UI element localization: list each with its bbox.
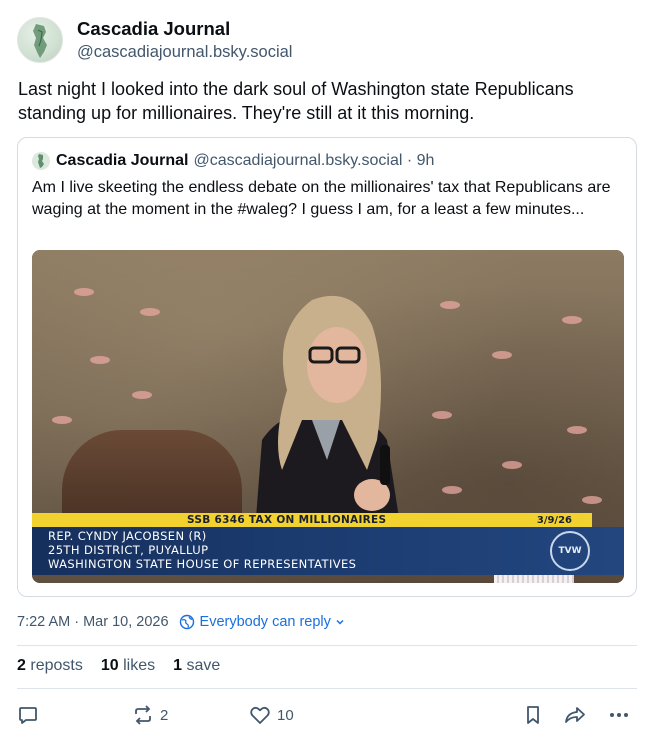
reposts-label: reposts bbox=[30, 657, 83, 674]
video-embed[interactable]: SSB 6346 TAX ON MILLIONAIRES 3/9/26 REP.… bbox=[32, 250, 624, 583]
share-icon bbox=[565, 707, 585, 723]
lower-third-date: 3/9/26 bbox=[536, 514, 572, 526]
like-count: 10 bbox=[277, 706, 294, 724]
quoted-author-avatar bbox=[32, 152, 50, 170]
cascadia-map-icon bbox=[38, 154, 44, 168]
speaker-district: 25TH DISTRICT, PUYALLUP bbox=[48, 543, 209, 557]
speaker-name: REP. CYNDY JACOBSEN (R) bbox=[48, 529, 207, 543]
quoted-author-name: Cascadia Journal bbox=[56, 152, 189, 169]
globe-icon bbox=[179, 614, 194, 630]
repost-icon bbox=[135, 705, 151, 725]
more-options-button[interactable] bbox=[607, 704, 631, 726]
lower-third-banner: SSB 6346 TAX ON MILLIONAIRES 3/9/26 bbox=[32, 513, 592, 527]
saves-stat[interactable]: 1 save bbox=[173, 657, 220, 675]
post-text: Last night I looked into the dark soul o… bbox=[18, 79, 574, 123]
quoted-post-header: Cascadia Journal @cascadiajournal.bsky.s… bbox=[32, 152, 434, 170]
post-timestamp: 7:22 AM · Mar 10, 2026 bbox=[17, 614, 169, 630]
reply-setting-button[interactable]: Everybody can reply bbox=[179, 614, 351, 630]
repost-count: 2 bbox=[160, 706, 169, 724]
post-author-header: Cascadia Journal @cascadiajournal.bsky.s… bbox=[17, 17, 292, 63]
likes-label: likes bbox=[123, 657, 156, 674]
reply-button[interactable] bbox=[17, 704, 39, 726]
tvw-logo: TVW bbox=[550, 531, 590, 571]
bookmark-icon bbox=[527, 706, 539, 724]
saves-label: save bbox=[186, 657, 221, 674]
divider bbox=[17, 645, 637, 646]
video-ticker bbox=[494, 575, 574, 583]
like-button[interactable]: 10 bbox=[249, 704, 294, 726]
engagement-stats: 2 reposts 10 likes 1 save bbox=[17, 657, 238, 675]
author-handle[interactable]: @cascadiajournal.bsky.social bbox=[77, 41, 292, 63]
likes-stat[interactable]: 10 likes bbox=[101, 657, 155, 675]
lower-third-speaker-info: REP. CYNDY JACOBSEN (R) 25TH DISTRICT, P… bbox=[32, 527, 624, 575]
action-bar: 2 10 bbox=[17, 704, 637, 730]
author-avatar[interactable] bbox=[17, 17, 63, 63]
like-icon bbox=[250, 706, 270, 724]
repost-button[interactable]: 2 bbox=[132, 704, 168, 726]
quoted-post-text: Am I live skeeting the endless debate on… bbox=[32, 179, 611, 218]
more-icon bbox=[610, 713, 628, 717]
reply-icon bbox=[19, 707, 37, 724]
quoted-author-handle-time: @cascadiajournal.bsky.social · 9h bbox=[193, 152, 435, 169]
share-button[interactable] bbox=[563, 704, 587, 726]
cascadia-map-icon bbox=[33, 24, 47, 58]
author-display-name[interactable]: Cascadia Journal bbox=[77, 17, 292, 41]
divider bbox=[17, 688, 637, 689]
saves-count: 1 bbox=[173, 657, 182, 674]
reposts-stat[interactable]: 2 reposts bbox=[17, 657, 83, 675]
likes-count: 10 bbox=[100, 657, 119, 674]
bookmark-button[interactable] bbox=[522, 704, 544, 726]
chevron-down-icon bbox=[336, 619, 344, 625]
lower-third-title: SSB 6346 TAX ON MILLIONAIRES bbox=[187, 514, 387, 526]
broadcast-lower-third: SSB 6346 TAX ON MILLIONAIRES 3/9/26 REP.… bbox=[32, 513, 624, 575]
reposts-count: 2 bbox=[17, 657, 26, 674]
reply-setting-label: Everybody can reply bbox=[199, 614, 331, 630]
speaker-chamber: WASHINGTON STATE HOUSE OF REPRESENTATIVE… bbox=[48, 557, 357, 571]
quoted-post[interactable]: Cascadia Journal @cascadiajournal.bsky.s… bbox=[17, 137, 637, 597]
post-meta: 7:22 AM · Mar 10, 2026 Everybody can rep… bbox=[17, 614, 351, 630]
